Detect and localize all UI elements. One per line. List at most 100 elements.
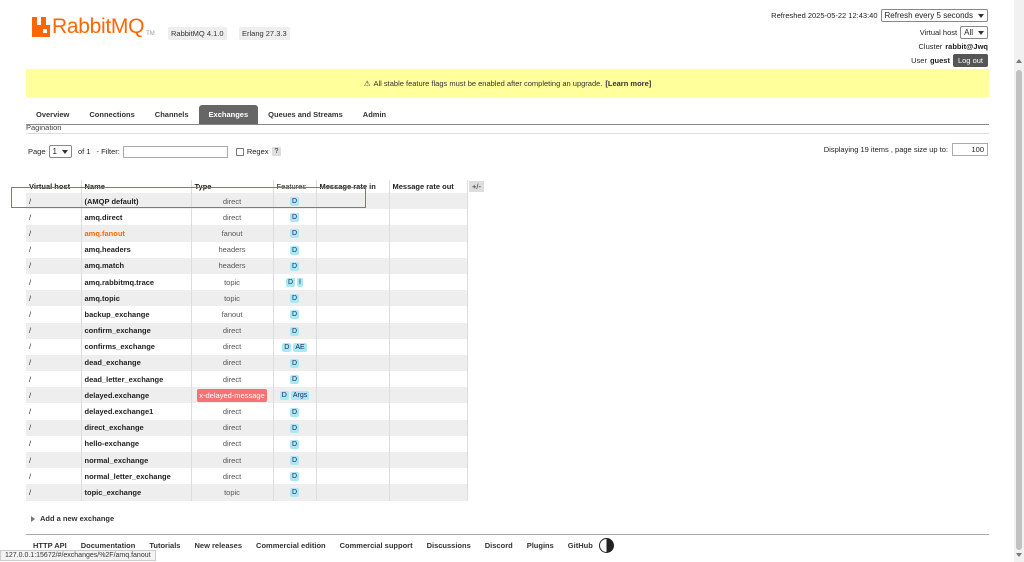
table-row[interactable]: / confirms_exchange direct D AE bbox=[26, 338, 468, 355]
table-row[interactable]: / backup_exchange fanout D bbox=[26, 306, 468, 323]
learn-more-link[interactable]: [Learn more] bbox=[605, 79, 651, 88]
footer-new-releases[interactable]: New releases bbox=[194, 541, 242, 550]
tab-admin[interactable]: Admin bbox=[353, 105, 396, 124]
table-row[interactable]: / normal_exchange direct D bbox=[26, 452, 468, 469]
exchange-features: D bbox=[273, 209, 317, 226]
exchange-vhost: / bbox=[26, 419, 82, 436]
exchange-type-cell: direct bbox=[191, 322, 274, 339]
exchange-type: fanout bbox=[221, 309, 243, 319]
table-row[interactable]: / delayed.exchange x-delayed-message D Args bbox=[26, 387, 468, 404]
tab-connections[interactable]: Connections bbox=[79, 105, 144, 124]
add-new-exchange-toggle[interactable]: Add a new exchange bbox=[31, 514, 114, 523]
feature-badge: D bbox=[289, 261, 300, 271]
page-scrollbar[interactable] bbox=[1014, 0, 1024, 562]
exchange-name-link[interactable]: normal_exchange bbox=[81, 452, 192, 469]
logout-button[interactable]: Log out bbox=[952, 54, 988, 67]
exchange-name-link[interactable]: amq.direct bbox=[81, 209, 192, 226]
footer-commercial-support[interactable]: Commercial support bbox=[340, 541, 413, 550]
regex-help-icon[interactable]: ? bbox=[271, 147, 282, 156]
footer-commercial-edition[interactable]: Commercial edition bbox=[256, 541, 326, 550]
message-rate-out bbox=[389, 387, 468, 404]
logo-trademark: TM bbox=[146, 31, 155, 37]
message-rate-out bbox=[389, 354, 468, 372]
table-row[interactable]: / dead_exchange direct D bbox=[26, 354, 468, 372]
table-row[interactable]: / amq.direct direct D bbox=[26, 209, 468, 226]
exchange-name-link[interactable]: normal_letter_exchange bbox=[81, 468, 192, 485]
tab-queues-and-streams[interactable]: Queues and Streams bbox=[258, 105, 353, 124]
table-row[interactable]: / dead_letter_exchange direct D bbox=[26, 371, 468, 388]
exchange-name-link[interactable]: backup_exchange bbox=[81, 306, 192, 323]
scrollbar-thumb[interactable] bbox=[1016, 70, 1022, 550]
exchange-type-cell: direct bbox=[191, 371, 274, 388]
rabbitmq-logo[interactable]: RabbitMQ TM bbox=[32, 14, 155, 40]
exchange-vhost: / bbox=[26, 403, 82, 420]
tab-channels[interactable]: Channels bbox=[145, 105, 199, 124]
exchange-name-link[interactable]: amq.fanout bbox=[81, 225, 192, 242]
exchange-type: direct bbox=[222, 212, 242, 222]
feature-badge: I bbox=[297, 278, 303, 288]
exchange-name-link[interactable]: hello-exchange bbox=[81, 435, 192, 452]
exchange-name-link[interactable]: confirm_exchange bbox=[81, 322, 192, 339]
message-rate-out bbox=[389, 290, 468, 307]
footer-tutorials[interactable]: Tutorials bbox=[149, 541, 180, 550]
page-label: Page bbox=[28, 147, 46, 156]
table-row[interactable]: / normal_letter_exchange direct D bbox=[26, 468, 468, 485]
vhost-select[interactable]: All bbox=[960, 26, 988, 39]
tab-exchanges[interactable]: Exchanges bbox=[198, 105, 259, 124]
exchange-name-link[interactable]: amq.match bbox=[81, 257, 192, 274]
exchange-name-link[interactable]: direct_exchange bbox=[81, 419, 192, 436]
rabbit-logo-icon bbox=[32, 17, 50, 37]
refresh-interval-select[interactable]: Refresh every 5 seconds bbox=[880, 9, 988, 22]
exchange-name-link[interactable]: amq.headers bbox=[81, 241, 192, 258]
footer-http-api[interactable]: HTTP API bbox=[33, 541, 67, 550]
message-rate-out bbox=[389, 403, 468, 420]
regex-checkbox[interactable] bbox=[235, 147, 244, 156]
footer-documentation[interactable]: Documentation bbox=[81, 541, 136, 550]
feature-badge: D bbox=[289, 375, 300, 385]
exchange-type-cell: direct bbox=[191, 354, 274, 372]
table-row[interactable]: / confirm_exchange direct D bbox=[26, 322, 468, 339]
footer-plugins[interactable]: Plugins bbox=[527, 541, 554, 550]
footer-discussions[interactable]: Discussions bbox=[427, 541, 471, 550]
exchange-name-link[interactable]: delayed.exchange1 bbox=[81, 403, 192, 420]
table-row[interactable]: / amq.topic topic D bbox=[26, 290, 468, 307]
exchange-type-cell: topic bbox=[191, 484, 274, 501]
exchange-features: D bbox=[273, 322, 317, 339]
message-rate-out bbox=[389, 484, 468, 501]
exchange-name-link[interactable]: dead_letter_exchange bbox=[81, 371, 192, 388]
table-row[interactable]: / topic_exchange topic D bbox=[26, 484, 468, 501]
pagination-label[interactable]: Pagination bbox=[26, 123, 61, 132]
table-row[interactable]: / amq.headers headers D bbox=[26, 241, 468, 258]
filter-input[interactable] bbox=[122, 145, 228, 158]
scroll-up-arrow-icon[interactable] bbox=[1016, 59, 1022, 63]
table-row[interactable]: / amq.match headers D bbox=[26, 257, 468, 274]
tab-overview[interactable]: Overview bbox=[26, 105, 79, 124]
exchange-name-link[interactable]: dead_exchange bbox=[81, 354, 192, 372]
scroll-down-arrow-icon[interactable] bbox=[1016, 553, 1022, 557]
table-row[interactable]: / amq.fanout fanout D bbox=[26, 225, 468, 242]
footer-discord[interactable]: Discord bbox=[485, 541, 513, 550]
exchange-name-link[interactable]: delayed.exchange bbox=[81, 387, 192, 404]
exchange-vhost: / bbox=[26, 290, 82, 307]
exchange-features: D Args bbox=[273, 387, 317, 404]
footer-github[interactable]: GitHub bbox=[568, 541, 593, 550]
exchange-type: headers bbox=[218, 245, 246, 255]
message-rate-in bbox=[316, 403, 390, 420]
table-row[interactable]: / amq.rabbitmq.trace topic D I bbox=[26, 273, 468, 291]
table-row[interactable]: / hello-exchange direct D bbox=[26, 435, 468, 452]
page-size-input[interactable]: 100 bbox=[952, 143, 988, 156]
exchange-name-link[interactable]: amq.rabbitmq.trace bbox=[81, 273, 192, 291]
page-select[interactable]: 1 bbox=[48, 145, 72, 158]
exchange-name-link[interactable]: amq.topic bbox=[81, 290, 192, 307]
column-toggle-button[interactable]: +/- bbox=[469, 181, 484, 192]
exchange-name-link[interactable]: topic_exchange bbox=[81, 484, 192, 501]
message-rate-out bbox=[389, 209, 468, 226]
theme-toggle-icon[interactable] bbox=[598, 538, 614, 553]
feature-badge: D bbox=[289, 423, 300, 433]
erlang-version-badge: Erlang 27.3.3 bbox=[239, 27, 290, 40]
feature-badge: D bbox=[289, 488, 300, 498]
table-row[interactable]: / direct_exchange direct D bbox=[26, 419, 468, 436]
table-row[interactable]: / delayed.exchange1 direct D bbox=[26, 403, 468, 420]
exchange-vhost: / bbox=[26, 306, 82, 323]
exchange-name-link[interactable]: confirms_exchange bbox=[81, 338, 192, 355]
